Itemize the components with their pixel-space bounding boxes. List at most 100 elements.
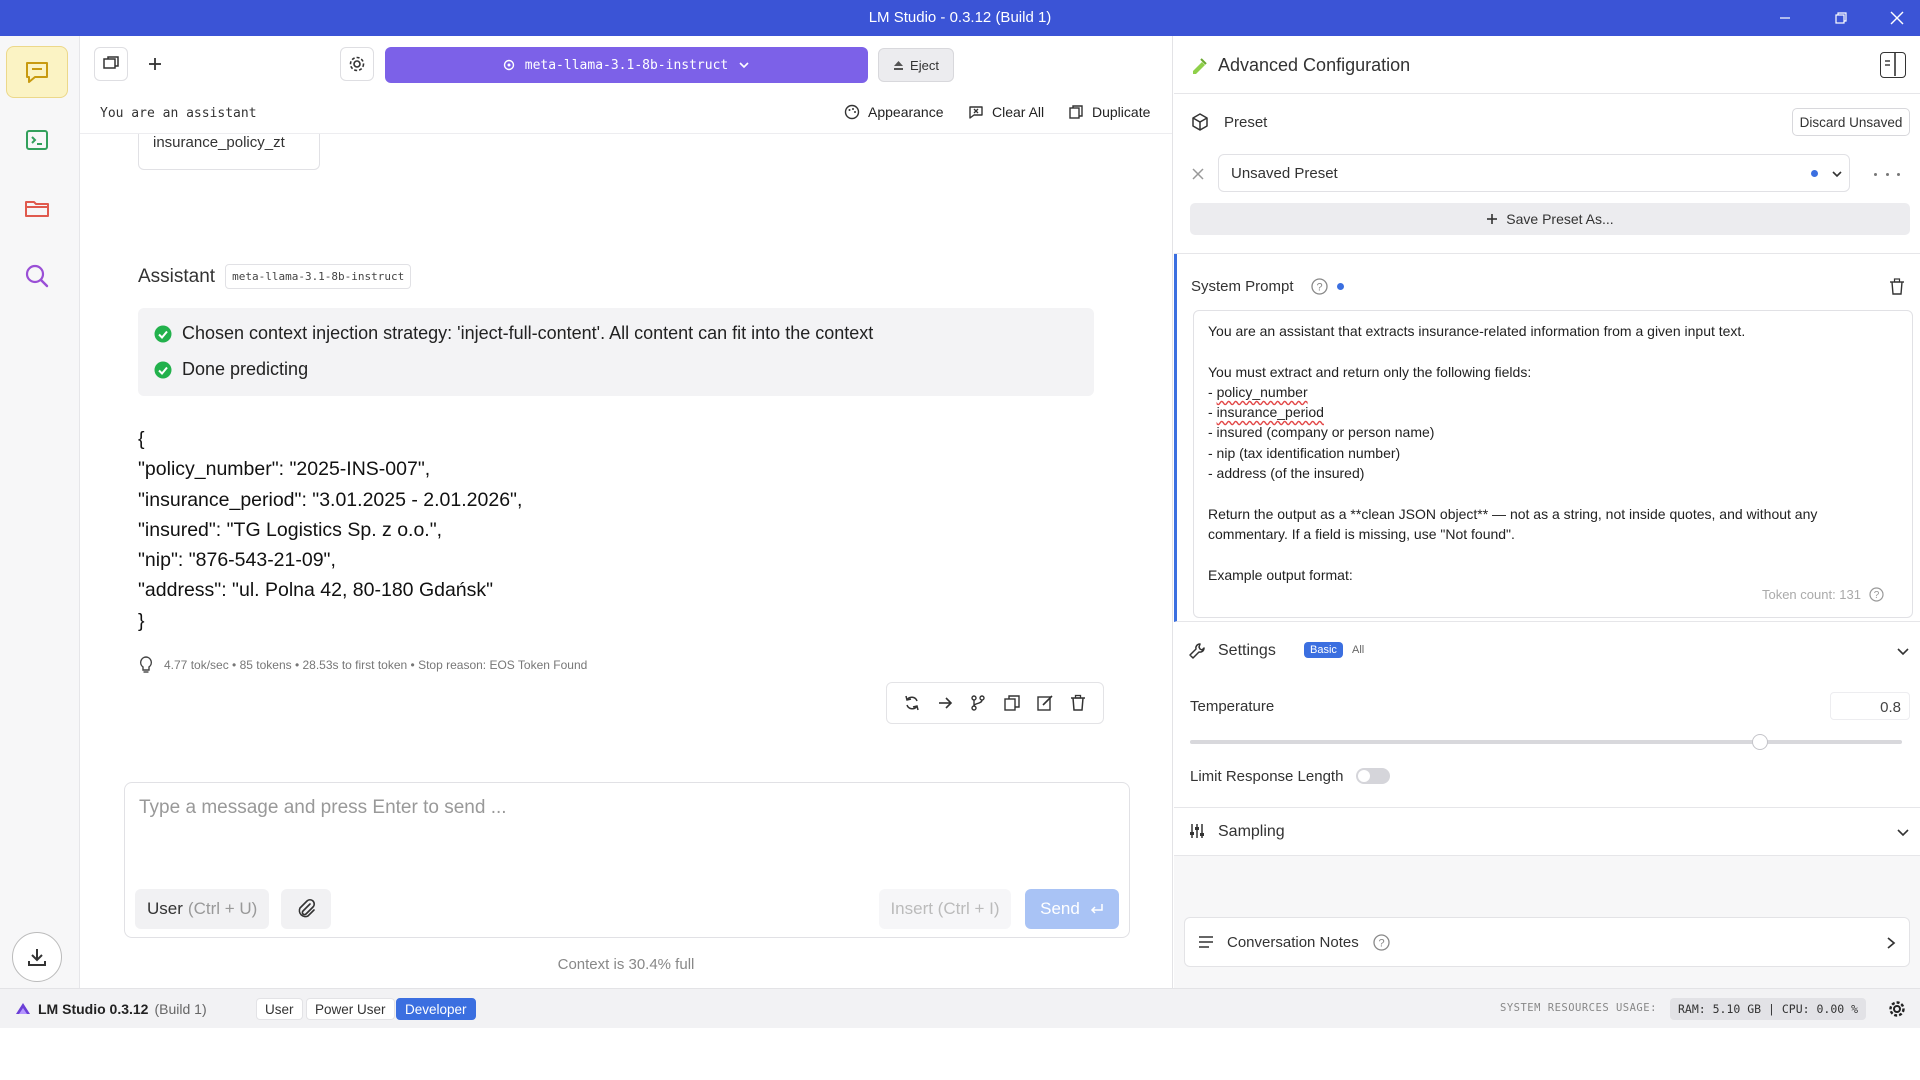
message-composer: User (Ctrl + U) Insert (Ctrl + I) Send <box>124 782 1130 938</box>
download-icon <box>28 949 46 966</box>
message-list: insurance_policy_zt Assistant meta-llama… <box>80 134 1172 806</box>
temperature-slider-track[interactable] <box>1190 740 1902 744</box>
chevron-right-icon <box>1887 937 1896 949</box>
generation-stats: 4.77 tok/sec • 85 tokens • 28.53s to fir… <box>138 656 587 674</box>
system-prompt-preview[interactable]: You are an assistant <box>100 106 257 121</box>
edit-button[interactable] <box>1036 694 1054 712</box>
output-line: "policy_number": "2025-INS-007", <box>138 458 431 481</box>
help-icon[interactable]: ? <box>1311 278 1328 295</box>
role-shortcut-hint: (Ctrl + U) <box>187 899 258 918</box>
system-prompt-editor[interactable]: You are an assistant that extracts insur… <box>1193 310 1913 618</box>
preset-label: Preset <box>1224 114 1268 131</box>
sampling-section[interactable]: Sampling <box>1174 808 1920 856</box>
minimize-button[interactable] <box>1762 0 1808 36</box>
load-settings-button[interactable] <box>340 47 374 81</box>
nav-developer[interactable] <box>6 114 68 166</box>
process-status-box: Chosen context injection strategy: 'inje… <box>138 308 1094 396</box>
preset-more-button[interactable] <box>1874 166 1900 182</box>
role-toggle-button[interactable]: User (Ctrl + U) <box>135 889 270 929</box>
toggle-panel-button[interactable] <box>1880 52 1906 78</box>
mode-power-user-button[interactable]: Power User <box>306 998 395 1020</box>
model-icon <box>503 59 514 71</box>
temperature-slider-thumb[interactable] <box>1751 734 1768 750</box>
mode-all-pill[interactable]: All <box>1346 642 1370 658</box>
restore-button[interactable] <box>1818 0 1864 36</box>
delete-message-button[interactable] <box>1069 694 1087 712</box>
status-line: Chosen context injection strategy: 'inje… <box>154 323 873 344</box>
discard-unsaved-button[interactable]: Discard Unsaved <box>1792 108 1910 136</box>
system-prompt-label: System Prompt <box>1191 278 1294 295</box>
folder-icon <box>25 201 49 217</box>
assistant-message-header: Assistant meta-llama-3.1-8b-instruct <box>138 264 412 289</box>
lightbulb-icon <box>139 656 153 673</box>
prompt-line: - insured (company or person name) <box>1208 424 1435 441</box>
preset-selector[interactable]: Unsaved Preset <box>1218 154 1850 192</box>
close-icon <box>1890 11 1904 25</box>
system-prompt-bar: You are an assistant Appearance Clear Al… <box>80 92 1172 134</box>
prompt-line: - insurance_period <box>1208 404 1324 421</box>
branch-icon <box>971 695 986 711</box>
output-line: "nip": "876-543-21-09", <box>138 549 336 572</box>
eject-button[interactable]: Eject <box>878 48 954 82</box>
chats-sidebar-button[interactable] <box>94 47 128 81</box>
new-chat-button[interactable] <box>138 47 172 81</box>
status-text: Done predicting <box>182 359 309 379</box>
temperature-value-input[interactable]: 0.8 <box>1830 692 1910 720</box>
enter-icon <box>1090 904 1103 914</box>
chat-panel: meta-llama-3.1-8b-instruct Eject You are… <box>80 36 1173 988</box>
chevron-down-icon <box>1832 171 1842 178</box>
brand-build: (Build 1) <box>154 1001 207 1017</box>
downloads-button[interactable] <box>12 932 62 982</box>
duplicate-label: Duplicate <box>1092 104 1151 120</box>
attachment-chip[interactable]: insurance_policy_zt <box>138 134 320 170</box>
send-button[interactable]: Send <box>1025 889 1119 929</box>
minimize-icon <box>1780 17 1790 19</box>
attach-file-button[interactable] <box>281 889 331 929</box>
lm-studio-logo-icon <box>16 1003 30 1014</box>
save-preset-as-button[interactable]: Save Preset As... <box>1190 203 1910 235</box>
close-window-button[interactable] <box>1874 0 1920 36</box>
nav-chat[interactable] <box>6 46 68 98</box>
mode-developer-button[interactable]: Developer <box>396 998 476 1020</box>
app-brand: LM Studio 0.3.12 (Build 1) <box>14 1000 207 1018</box>
flask-icon <box>1193 58 1207 74</box>
gear-icon[interactable] <box>1888 1000 1906 1018</box>
appearance-button[interactable]: Appearance <box>844 104 944 120</box>
output-line: "insurance_period": "3.01.2025 - 2.01.20… <box>138 488 523 511</box>
modified-dot <box>1337 283 1344 290</box>
mode-basic-pill[interactable]: Basic <box>1304 642 1343 658</box>
clear-preset-icon[interactable] <box>1192 168 1204 180</box>
eject-icon <box>894 60 904 70</box>
token-count: Token count: 131 ? <box>1762 585 1884 605</box>
nav-my-models[interactable] <box>6 182 68 234</box>
clear-all-button[interactable]: Clear All <box>968 104 1044 120</box>
mode-user-button[interactable]: User <box>256 998 303 1020</box>
copy-button[interactable] <box>1003 694 1021 712</box>
message-input[interactable] <box>139 797 1109 819</box>
help-icon[interactable]: ? <box>1869 587 1884 602</box>
trash-icon[interactable] <box>1889 278 1905 295</box>
status-bar: LM Studio 0.3.12 (Build 1) User Power Us… <box>0 988 1920 1028</box>
prompt-line: You are an assistant that extracts insur… <box>1208 323 1746 339</box>
nav-discover[interactable] <box>6 250 68 302</box>
insert-button[interactable]: Insert (Ctrl + I) <box>879 889 1011 929</box>
limit-response-length-toggle[interactable] <box>1356 768 1390 784</box>
left-nav-rail <box>0 36 80 988</box>
conversation-notes-section[interactable]: Conversation Notes ? <box>1184 917 1910 967</box>
clear-chat-icon <box>969 106 983 119</box>
help-icon[interactable]: ? <box>1373 934 1390 951</box>
branch-button[interactable] <box>969 694 987 712</box>
stats-text: 4.77 tok/sec • 85 tokens • 28.53s to fir… <box>164 658 588 672</box>
model-selector[interactable]: meta-llama-3.1-8b-instruct <box>385 47 868 83</box>
chevron-down-icon[interactable] <box>1896 644 1910 658</box>
resources-usage[interactable]: RAM: 5.10 GB | CPU: 0.00 % <box>1670 998 1867 1020</box>
brand-name: LM Studio 0.3.12 <box>38 1001 149 1017</box>
token-count-text: Token count: 131 <box>1761 586 1861 602</box>
check-circle-icon <box>154 361 172 378</box>
regenerate-button[interactable] <box>903 694 921 712</box>
search-icon <box>25 264 49 288</box>
duplicate-button[interactable]: Duplicate <box>1068 104 1150 120</box>
output-line: "address": "ul. Polna 42, 80-180 Gdańsk" <box>138 579 494 602</box>
continue-button[interactable] <box>936 694 954 712</box>
chat-icon <box>26 62 48 83</box>
